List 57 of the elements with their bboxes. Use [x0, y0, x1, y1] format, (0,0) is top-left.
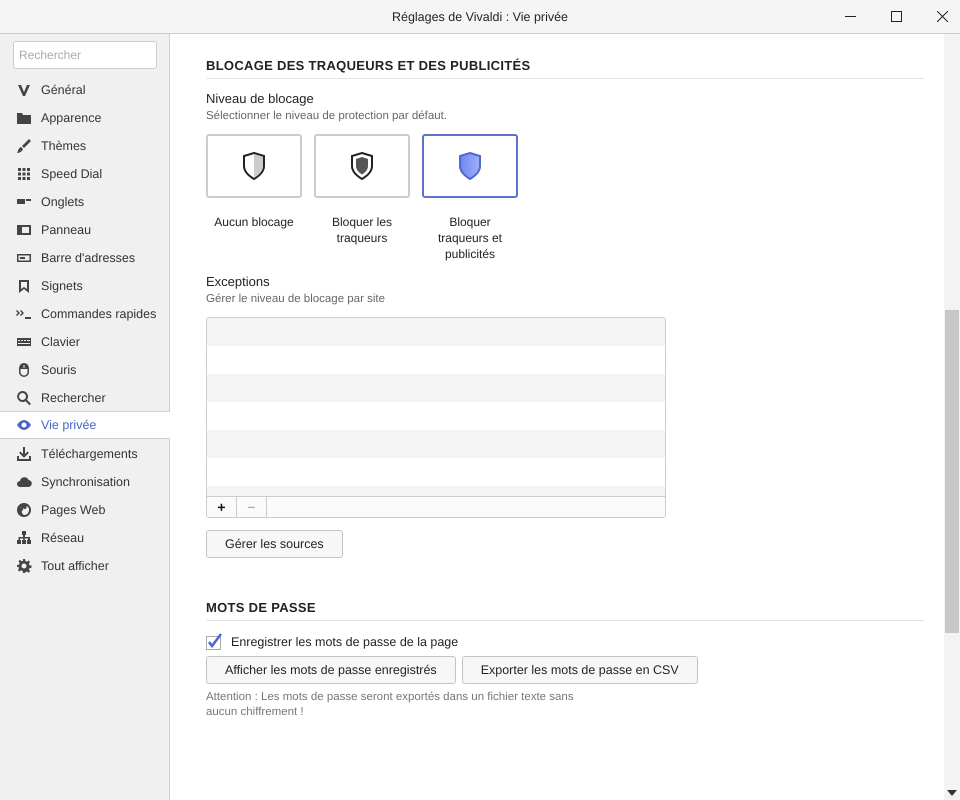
blocking-level-option[interactable]	[314, 134, 410, 198]
mouse-icon	[16, 362, 32, 378]
settings-icon	[16, 558, 32, 574]
option-label: Bloquer les traqueurs	[330, 214, 394, 246]
bookmark-icon	[16, 278, 32, 294]
option-label: Aucun blocage	[213, 214, 295, 230]
shield-icon	[350, 152, 374, 180]
sidebar-item[interactable]: Réseau	[0, 523, 169, 551]
sidebar-item[interactable]: Onglets	[0, 187, 169, 215]
eye-icon	[16, 417, 32, 433]
close-icon[interactable]	[937, 11, 948, 22]
sidebar-item[interactable]: Rechercher	[0, 383, 169, 411]
scrollbar[interactable]	[944, 34, 960, 800]
sidebar-item[interactable]: Clavier	[0, 327, 169, 355]
checkbox-label: Enregistrer les mots de passe de la page	[231, 634, 458, 648]
scroll-down-icon[interactable]	[947, 790, 957, 796]
download-icon	[16, 446, 32, 462]
sidebar-item[interactable]: Tout afficher	[0, 551, 169, 579]
sidebar-item[interactable]: Synchronisation	[0, 467, 169, 495]
sidebar-item[interactable]: Panneau	[0, 215, 169, 243]
setting-hint: Gérer le niveau de blocage par site	[206, 293, 386, 305]
sidebar-item[interactable]: Général	[0, 75, 169, 103]
globe-icon	[16, 502, 32, 518]
password-button[interactable]: Exporter les mots de passe en CSV	[462, 656, 698, 684]
grid-icon	[16, 166, 32, 182]
tabs-icon	[16, 199, 32, 204]
sidebar-item[interactable]: Vie privée	[0, 411, 170, 439]
search-icon	[16, 390, 32, 406]
window-title: Réglages de Vivaldi : Vie privée	[392, 10, 568, 24]
setting-hint: Sélectionner le niveau de protection par défaut.	[206, 110, 448, 122]
manage-sources-button[interactable]: Gérer les sources	[206, 530, 343, 558]
sidebar-item[interactable]: Pages Web	[0, 495, 169, 523]
option-label: Bloquer traqueurs et publicités	[436, 214, 504, 262]
maximize-icon[interactable]	[891, 11, 902, 22]
sidebar-item[interactable]: Téléchargements	[0, 439, 169, 467]
sidebar-item[interactable]: Thèmes	[0, 131, 169, 159]
section-heading: MOTS DE PASSE	[206, 600, 317, 617]
add-button[interactable]: +	[207, 497, 237, 517]
sidebar-item[interactable]: Commandes rapides	[0, 299, 169, 327]
sidebar-item[interactable]: Barre d'adresses	[0, 243, 169, 271]
password-button[interactable]: Afficher les mots de passe enregistrés	[206, 656, 456, 684]
shield-icon	[458, 152, 482, 180]
half-shield-icon	[242, 152, 266, 180]
scrollbar-thumb[interactable]	[945, 310, 959, 633]
blocking-level-option[interactable]	[206, 134, 302, 198]
warning-text: Attention : Les mots de passe seront exportés dans un fichier texte sans aucun chiffrement !	[206, 690, 575, 720]
setting-title: Exceptions	[206, 274, 271, 289]
setting-title: Niveau de blocage	[206, 91, 315, 106]
sidebar-item[interactable]: Speed Dial	[0, 159, 169, 187]
brush-icon	[16, 138, 32, 154]
search-field[interactable]: Rechercher	[13, 41, 157, 69]
checkbox[interactable]	[206, 633, 223, 650]
network-icon	[16, 530, 32, 546]
sidebar-item[interactable]: Signets	[0, 271, 169, 299]
sidebar-item[interactable]: Apparence	[0, 103, 169, 131]
section-heading: BLOCAGE DES TRAQUEURS ET DES PUBLICITÉS	[206, 58, 532, 75]
sidebar-item[interactable]: Souris	[0, 355, 169, 383]
